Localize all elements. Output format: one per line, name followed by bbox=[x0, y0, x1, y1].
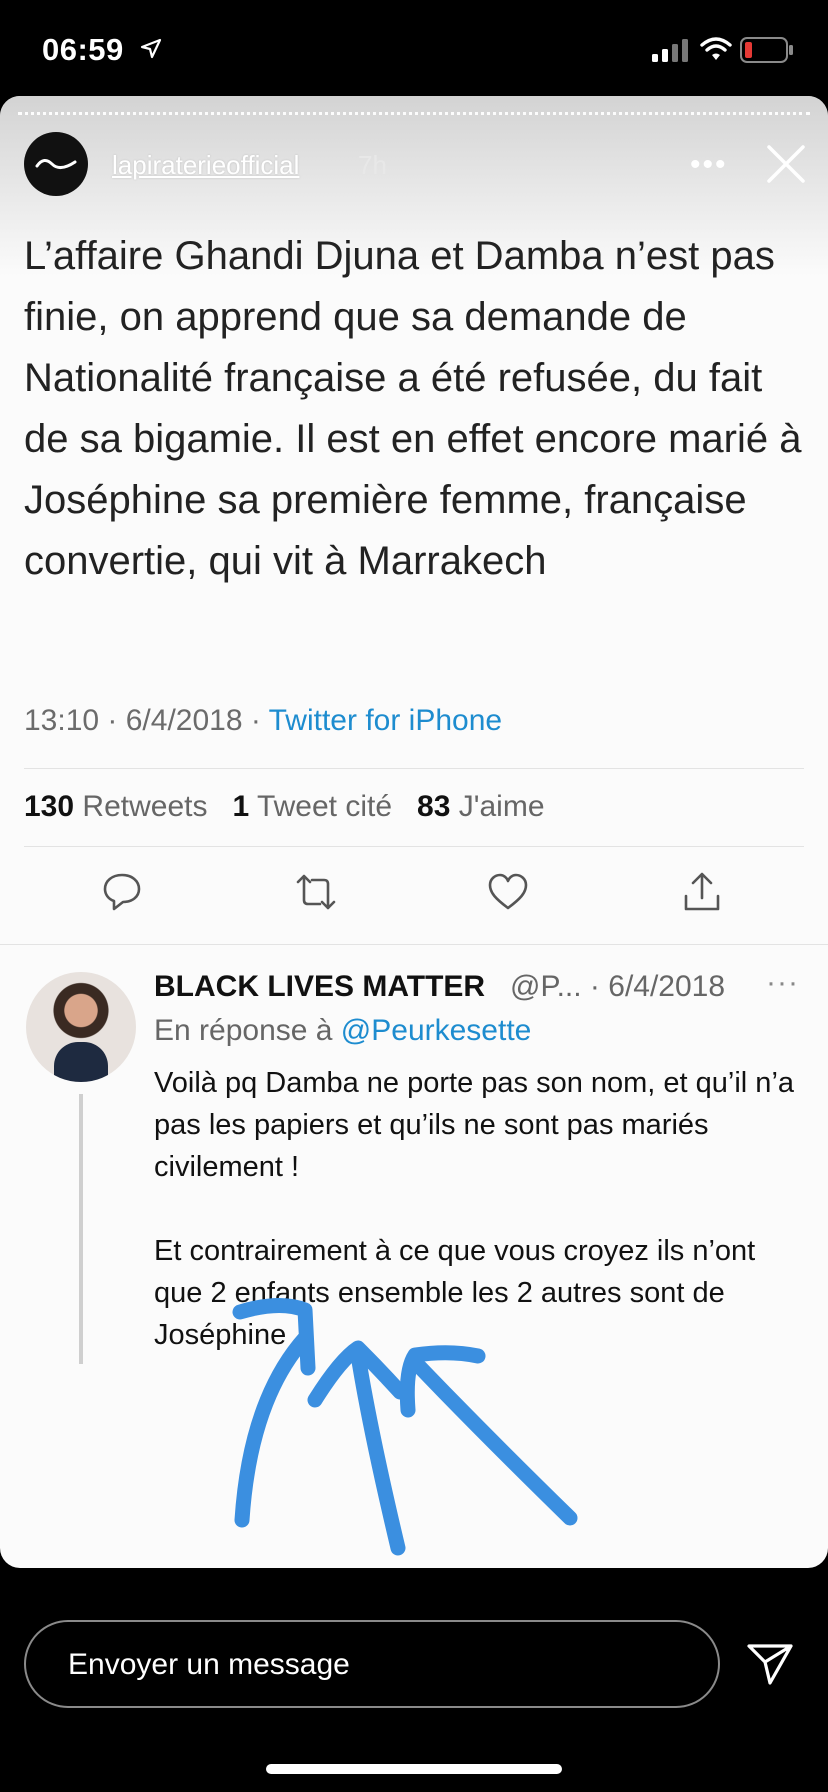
likes-count: 83 bbox=[417, 790, 451, 823]
quotes-label: Tweet cité bbox=[256, 790, 393, 823]
arrow-left bbox=[232, 1297, 316, 1528]
status-time: 06:59 bbox=[42, 32, 124, 67]
home-indicator[interactable] bbox=[266, 1764, 562, 1774]
cellular-signal-icon bbox=[652, 39, 688, 62]
battery-low-icon bbox=[740, 37, 793, 63]
retweets-label: Retweets bbox=[82, 790, 208, 823]
retweets-count: 130 bbox=[24, 790, 75, 823]
reply-handle-date: @P... · 6/4/2018 bbox=[510, 970, 726, 1003]
in-reply-mention-link[interactable]: @Peurkesette bbox=[341, 1014, 532, 1047]
divider bbox=[24, 768, 804, 769]
arrow-middle bbox=[307, 1340, 408, 1556]
arrow-right bbox=[399, 1345, 578, 1526]
divider bbox=[0, 944, 828, 945]
reply-author-avatar[interactable] bbox=[26, 972, 136, 1082]
divider bbox=[24, 846, 804, 847]
in-reply-prefix: En réponse à bbox=[154, 1014, 341, 1047]
in-reply-to: En réponse à @Peurkesette bbox=[154, 1014, 531, 1048]
tweet-source-link[interactable]: Twitter for iPhone bbox=[269, 704, 502, 737]
story-username[interactable]: lapiraterieofficial bbox=[112, 150, 299, 181]
story-timestamp: 7h bbox=[358, 150, 387, 180]
reply-author-name[interactable]: BLACK LIVES MATTER bbox=[154, 970, 485, 1004]
status-bar: 06:59 bbox=[0, 0, 828, 100]
thread-line bbox=[79, 1094, 83, 1364]
tweet-body: L’affaire Ghandi Djuna et Damba n’est pa… bbox=[24, 234, 802, 583]
wave-logo-icon bbox=[35, 159, 77, 169]
message-placeholder: Envoyer un message bbox=[68, 1648, 350, 1681]
reply-paragraph-1: Voilà pq Damba ne porte pas son nom, et … bbox=[154, 1067, 795, 1183]
account-avatar[interactable] bbox=[24, 132, 88, 196]
story-progress-bar bbox=[18, 112, 810, 115]
likes-label: J'aime bbox=[458, 790, 545, 823]
send-message-input[interactable]: Envoyer un message bbox=[24, 1620, 720, 1708]
like-heart-icon[interactable] bbox=[486, 870, 530, 914]
hand-drawn-arrows bbox=[232, 1297, 578, 1556]
reply-icon[interactable] bbox=[100, 870, 144, 914]
quotes-count: 1 bbox=[232, 790, 250, 823]
more-options-button[interactable]: ••• bbox=[690, 148, 728, 182]
retweet-icon[interactable] bbox=[294, 870, 338, 914]
reply-more-button[interactable]: ··· bbox=[766, 966, 799, 1000]
wifi-icon bbox=[700, 37, 732, 60]
tweet-metadata: 13:10 · 6/4/2018 · Twitter for iPhone bbox=[24, 704, 502, 738]
location-arrow-icon bbox=[140, 38, 162, 59]
send-paper-plane-icon[interactable] bbox=[746, 1642, 794, 1686]
close-icon[interactable] bbox=[764, 142, 808, 186]
share-icon[interactable] bbox=[680, 870, 724, 914]
tweet-time: 13:10 · 6/4/2018 · bbox=[24, 704, 269, 737]
tweet-stats: 130 Retweets 1 Tweet cité 83 J'aime bbox=[24, 790, 545, 824]
